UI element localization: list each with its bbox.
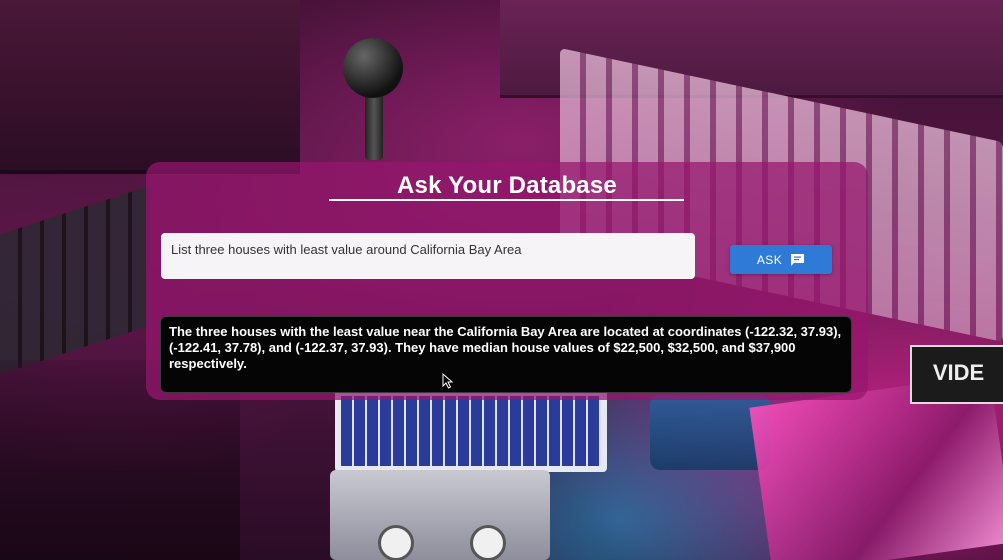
title-underline: [329, 199, 684, 201]
ask-button[interactable]: ASK: [730, 245, 832, 274]
bg-cassette-reel: [378, 525, 414, 560]
query-input[interactable]: [161, 233, 695, 279]
query-panel: Ask Your Database ASK The three houses w…: [146, 162, 868, 400]
bg-joystick-ball: [343, 38, 403, 98]
bg-cassette: [330, 470, 550, 560]
bg-keyboard-left: [0, 185, 150, 375]
bg-sign: VIDE: [910, 345, 1003, 404]
bg-keyboard-blue: [335, 390, 607, 472]
answer-output[interactable]: The three houses with the least value ne…: [160, 316, 852, 393]
chat-icon: [790, 253, 805, 267]
page-title: Ask Your Database: [397, 172, 617, 199]
mouse-cursor-icon: [442, 372, 454, 389]
bg-monitor-left: [0, 0, 300, 174]
ask-button-label: ASK: [756, 252, 783, 267]
bg-cassette-reel: [470, 525, 506, 560]
